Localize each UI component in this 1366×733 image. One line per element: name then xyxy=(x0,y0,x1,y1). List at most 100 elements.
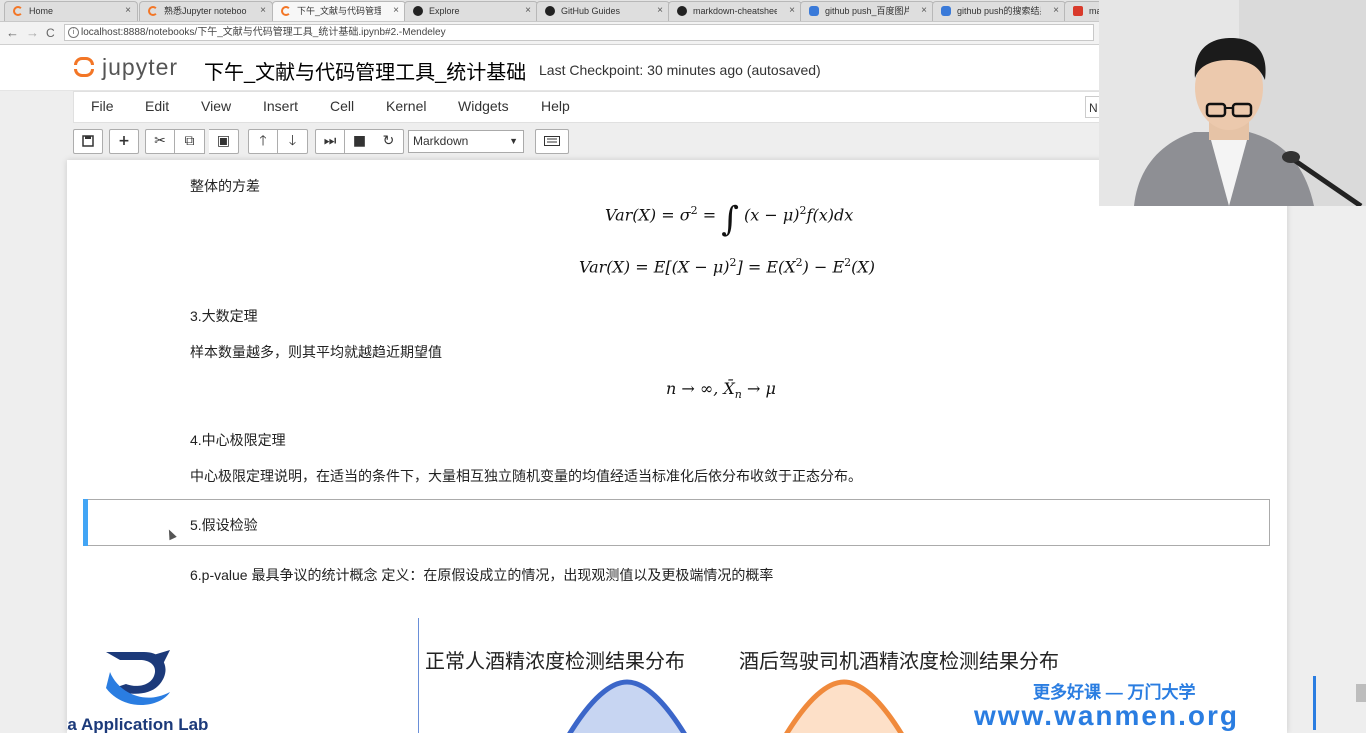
tab-label: github push_百度图片 xyxy=(825,6,909,16)
chart-left-title: 正常人酒精浓度检测结果分布 xyxy=(425,651,685,673)
browser-tab-explore[interactable]: Explore × xyxy=(404,1,538,21)
close-icon[interactable]: × xyxy=(260,2,266,20)
close-icon[interactable]: × xyxy=(789,2,795,20)
jupyter-header: jupyter 下午_文献与代码管理工具_统计基础 Last Checkpoin… xyxy=(0,45,1100,91)
notebook-container[interactable]: 整体的方差 Var(X) = σ2 = ∫ (x − μ)2f(x)dx Var… xyxy=(67,160,1287,733)
lab-name: Data Application Lab xyxy=(67,715,209,733)
jupyter-icon xyxy=(148,6,158,16)
tab-label: Explore xyxy=(429,6,460,16)
keyboard-icon xyxy=(544,136,560,146)
watermark-url: www.wanmen.org xyxy=(974,700,1239,731)
lln-heading: 3.大数定理 xyxy=(190,308,258,324)
run-button[interactable]: ⏭ xyxy=(315,129,345,154)
tab-label: GitHub Guides xyxy=(561,6,621,16)
cut-button[interactable]: ✂ xyxy=(145,129,175,154)
clt-heading: 4.中心极限定理 xyxy=(190,432,286,448)
cell-type-select[interactable]: Markdown ▼ xyxy=(408,130,524,153)
notebook-title[interactable]: 下午_文献与代码管理工具_统计基础 xyxy=(204,56,526,85)
arrow-up-icon: 🡑 xyxy=(259,133,267,149)
interrupt-button[interactable]: ■ xyxy=(345,129,375,154)
browser-tab-baidu-search[interactable]: github push的搜索结果 × xyxy=(932,1,1066,21)
tab-label: github push的搜索结果 xyxy=(957,6,1041,16)
menu-help[interactable]: Help xyxy=(541,98,570,114)
refresh-icon: ↻ xyxy=(382,133,395,149)
tab-label: markdown-cheatshee xyxy=(693,6,777,16)
close-icon[interactable]: × xyxy=(1053,2,1059,20)
move-down-button[interactable]: 🡓 xyxy=(278,129,308,154)
variance-heading: 整体的方差 xyxy=(190,178,260,194)
browser-tab-markdown-cheatsheet[interactable]: markdown-cheatshee × xyxy=(668,1,802,21)
menu-edit[interactable]: Edit xyxy=(145,98,169,114)
tab-label: 熟悉Jupyter noteboo xyxy=(164,6,247,16)
kernel-indicator[interactable]: N xyxy=(1085,96,1099,118)
restart-button[interactable]: ↻ xyxy=(374,129,404,154)
browser-tab-home[interactable]: Home × xyxy=(4,1,138,21)
copy-icon: ⧉ xyxy=(184,133,195,149)
lln-text: 样本数量越多，则其平均就越趋近期望值 xyxy=(190,344,442,360)
baidu-paw-icon xyxy=(809,6,819,16)
chevron-down-icon: ▼ xyxy=(509,136,518,146)
slide-divider xyxy=(418,618,419,733)
normal-distribution-curve-orange xyxy=(784,679,904,733)
menu-widgets[interactable]: Widgets xyxy=(458,98,509,114)
insert-cell-button[interactable]: + xyxy=(109,129,139,154)
menu-cell[interactable]: Cell xyxy=(330,98,354,114)
notebook-toolbar: + ✂ ⧉ ▣ 🡑 🡓 ⏭ ■ ↻ Markdown ▼ xyxy=(73,128,1100,158)
info-icon: i xyxy=(68,27,79,38)
reload-icon[interactable]: C xyxy=(46,24,55,42)
jupyter-icon xyxy=(281,6,291,16)
pvalue-text: 6.p-value 最具争议的统计概念 定义：在原假设成立的情况，出现观测值以及… xyxy=(190,567,774,583)
close-icon[interactable]: × xyxy=(393,2,399,20)
variance-equation-1: Var(X) = σ2 = ∫ (x − μ)2f(x)dx xyxy=(605,199,854,240)
lln-equation: n → ∞, X̄n → μ xyxy=(666,379,776,402)
close-icon[interactable]: × xyxy=(125,2,131,20)
close-icon[interactable]: × xyxy=(921,2,927,20)
address-bar-row: ← → C i localhost:8888/notebooks/下午_文献与代… xyxy=(0,22,1100,45)
menu-view[interactable]: View xyxy=(201,98,231,114)
close-icon[interactable]: × xyxy=(657,2,663,20)
presenter-video-image xyxy=(1099,0,1366,206)
clt-text: 中心极限定理说明，在适当的条件下，大量相互独立随机变量的均值经适当标准化后依分布… xyxy=(190,468,862,484)
browser-tab-active-notebook[interactable]: 下午_文献与代码管理工 × xyxy=(272,1,406,21)
selected-markdown-cell[interactable] xyxy=(83,499,1270,546)
jupyter-logo-icon[interactable] xyxy=(72,54,98,80)
command-palette-button[interactable] xyxy=(535,129,569,154)
cell-type-value: Markdown xyxy=(413,134,469,148)
step-forward-icon: ⏭ xyxy=(323,133,337,149)
back-arrow-icon[interactable]: ← xyxy=(6,24,19,42)
github-icon xyxy=(545,6,555,16)
jupyter-icon xyxy=(13,6,23,16)
github-icon xyxy=(413,6,423,16)
tab-label: Home xyxy=(29,6,54,16)
stop-icon: ■ xyxy=(352,133,367,149)
scissors-icon: ✂ xyxy=(154,133,166,149)
menu-kernel[interactable]: Kernel xyxy=(386,98,426,114)
menu-file[interactable]: File xyxy=(91,98,114,114)
jupyter-wordmark[interactable]: jupyter xyxy=(102,54,178,81)
watermark-divider xyxy=(1313,676,1316,730)
paste-icon: ▣ xyxy=(216,133,231,149)
normal-distribution-curve-blue xyxy=(567,679,687,733)
page-scrollbar-thumb[interactable] xyxy=(1356,684,1366,702)
browser-tab-jupyter-intro[interactable]: 熟悉Jupyter noteboo × xyxy=(139,1,273,21)
selection-indicator xyxy=(83,499,88,546)
webcam-overlay xyxy=(1099,0,1366,206)
browser-tab-github-guides[interactable]: GitHub Guides × xyxy=(536,1,670,21)
plus-icon: + xyxy=(118,133,130,149)
paste-button[interactable]: ▣ xyxy=(209,129,239,154)
menubar: File Edit View Insert Cell Kernel Widget… xyxy=(73,91,1100,123)
close-icon[interactable]: × xyxy=(525,2,531,20)
move-up-button[interactable]: 🡑 xyxy=(248,129,278,154)
variance-equation-2: Var(X) = E[(X − μ)2] = E(X2) − E2(X) xyxy=(579,256,876,277)
tab-label: 下午_文献与代码管理工 xyxy=(297,6,381,16)
chart-right-title: 酒后驾驶司机酒精浓度检测结果分布 xyxy=(739,651,1059,673)
copy-button[interactable]: ⧉ xyxy=(175,129,205,154)
hypothesis-heading: 5.假设检验 xyxy=(190,517,258,533)
browser-tab-baidu-images[interactable]: github push_百度图片 × xyxy=(800,1,934,21)
url-input[interactable]: i localhost:8888/notebooks/下午_文献与代码管理工具_… xyxy=(64,24,1094,41)
browser-tab-ma[interactable]: ma xyxy=(1064,1,1104,21)
save-button[interactable] xyxy=(73,129,103,154)
menu-insert[interactable]: Insert xyxy=(263,98,298,114)
forward-arrow-icon[interactable]: → xyxy=(26,24,39,42)
baidu-paw-icon xyxy=(941,6,951,16)
